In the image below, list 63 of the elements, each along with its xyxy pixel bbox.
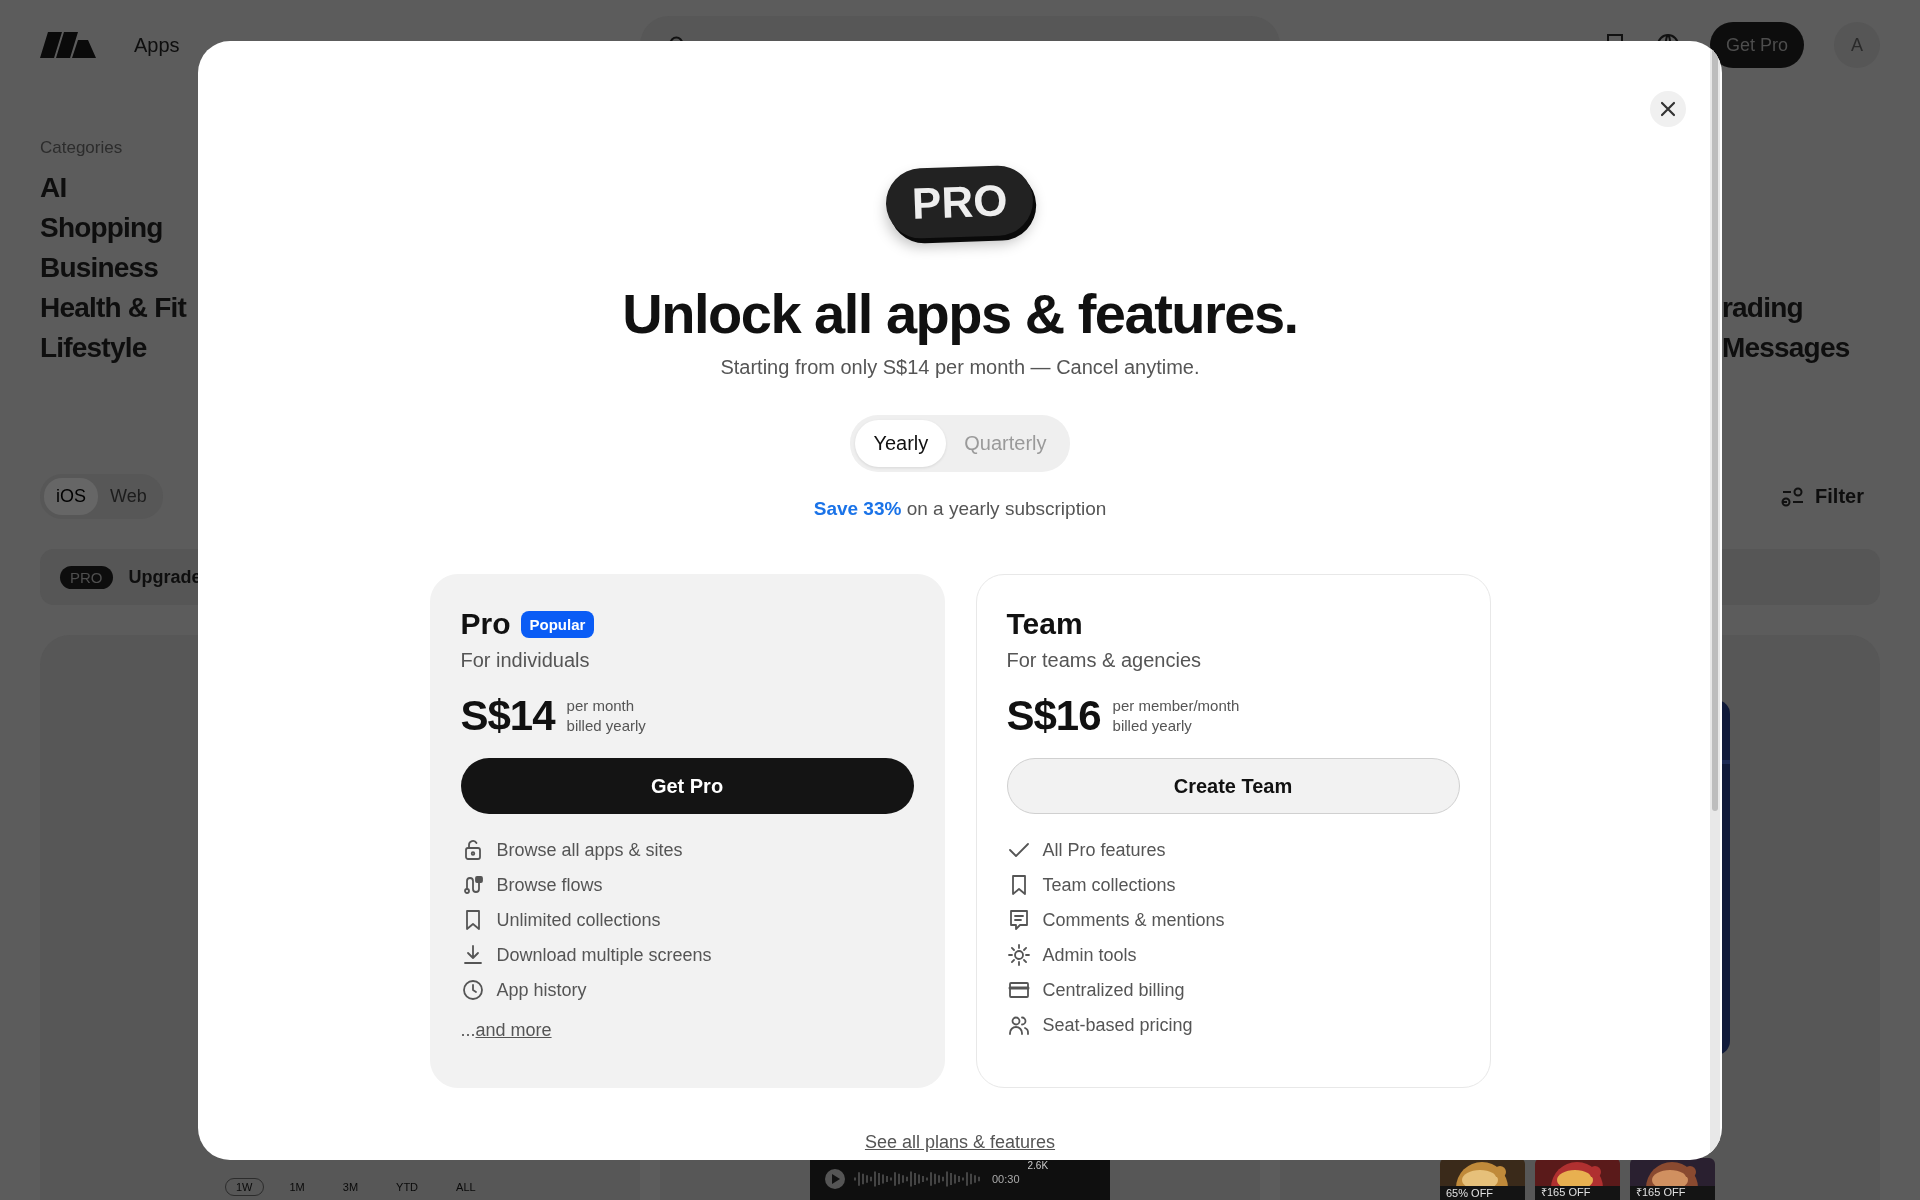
feature-text: All Pro features xyxy=(1042,839,1166,861)
category-link[interactable]: Health & Fit xyxy=(40,288,186,328)
get-pro-button[interactable]: Get Pro xyxy=(1709,22,1804,68)
category-link[interactable]: Messages xyxy=(1722,328,1850,368)
more-features: ...and more xyxy=(460,1020,553,1041)
plans-link[interactable]: See all plans & features xyxy=(864,1132,1056,1153)
platform-tab[interactable]: Web xyxy=(98,478,159,515)
timeframe-chip[interactable]: 3M xyxy=(330,1178,371,1196)
feature-text: Browse flows xyxy=(496,874,603,896)
price-note: billed yearly xyxy=(566,716,646,736)
plan-button[interactable]: Get Pro xyxy=(460,758,914,814)
play-icon[interactable] xyxy=(824,1168,846,1190)
plan-price: S$14 xyxy=(460,692,555,740)
price-note: per month xyxy=(566,696,636,716)
audio-time: 00:30 xyxy=(992,1173,1020,1185)
price-note: per member/month xyxy=(1112,696,1240,716)
dialog-title: Unlock all apps & features. xyxy=(622,281,1298,346)
timeframe-chip[interactable]: ALL xyxy=(444,1178,488,1196)
gear-icon xyxy=(1006,943,1031,967)
price-note: billed yearly xyxy=(1112,716,1193,736)
feature-text: Browse all apps & sites xyxy=(496,839,683,861)
platform-tab[interactable]: iOS xyxy=(44,478,98,515)
close-icon xyxy=(1660,101,1676,117)
plan-name: Pro xyxy=(460,607,511,641)
pro-badge: PRO xyxy=(60,565,113,589)
more-link[interactable]: and more xyxy=(475,1020,552,1040)
category-link[interactable]: Lifestyle xyxy=(40,328,147,368)
category-link[interactable]: Shopping xyxy=(40,208,163,248)
deal-label: ₹165 OFF xyxy=(1636,1185,1686,1199)
category-link[interactable]: Business xyxy=(40,248,159,288)
plan-name: Team xyxy=(1006,607,1083,641)
pro-badge: PRO xyxy=(885,164,1035,240)
deal-label: 65% OFF xyxy=(1446,1187,1494,1199)
feature-text: App history xyxy=(496,979,587,1001)
audio-count: 2.6K xyxy=(1027,1160,1049,1171)
upgrade-text: Upgrade xyxy=(128,566,202,588)
feature-text: Seat-based pricing xyxy=(1042,1014,1193,1036)
feature-text: Comments & mentions xyxy=(1042,909,1225,931)
timeframe-chip[interactable]: 1M xyxy=(277,1178,317,1196)
dialog-subtitle: Starting from only S$14 per month — Cancel anytime. xyxy=(720,356,1200,379)
feature-text: Admin tools xyxy=(1042,944,1137,966)
feature-text: Download multiple screens xyxy=(496,944,712,966)
popular-badge: Popular xyxy=(520,610,595,638)
savings-note: Save 33% on a yearly subscription xyxy=(813,498,1107,520)
filter-button[interactable]: Filter xyxy=(1775,484,1870,509)
feature-text: Centralized billing xyxy=(1042,979,1185,1001)
timeframe-chip[interactable]: YTD xyxy=(384,1178,431,1196)
logo-icon[interactable] xyxy=(40,32,96,58)
category-link[interactable]: AI xyxy=(40,168,67,208)
feature-text: Team collections xyxy=(1042,874,1176,896)
plan-price: S$16 xyxy=(1006,692,1101,740)
filter-icon xyxy=(1781,486,1806,507)
plan-subtitle: For teams & agencies xyxy=(1006,649,1203,672)
billing-tab[interactable]: Quarterly xyxy=(946,420,1065,467)
close-button[interactable] xyxy=(1650,91,1686,127)
plan-button[interactable]: Create Team xyxy=(1006,758,1460,814)
nav-link[interactable]: Apps xyxy=(134,33,180,57)
deal-label: ₹165 OFF xyxy=(1541,1185,1591,1199)
billing-tab[interactable]: Yearly xyxy=(855,420,947,467)
plan-subtitle: For individuals xyxy=(460,649,591,672)
feature-text: Unlimited collections xyxy=(496,909,661,931)
category-link[interactable]: rading xyxy=(1722,288,1803,328)
clock-icon xyxy=(460,978,485,1002)
